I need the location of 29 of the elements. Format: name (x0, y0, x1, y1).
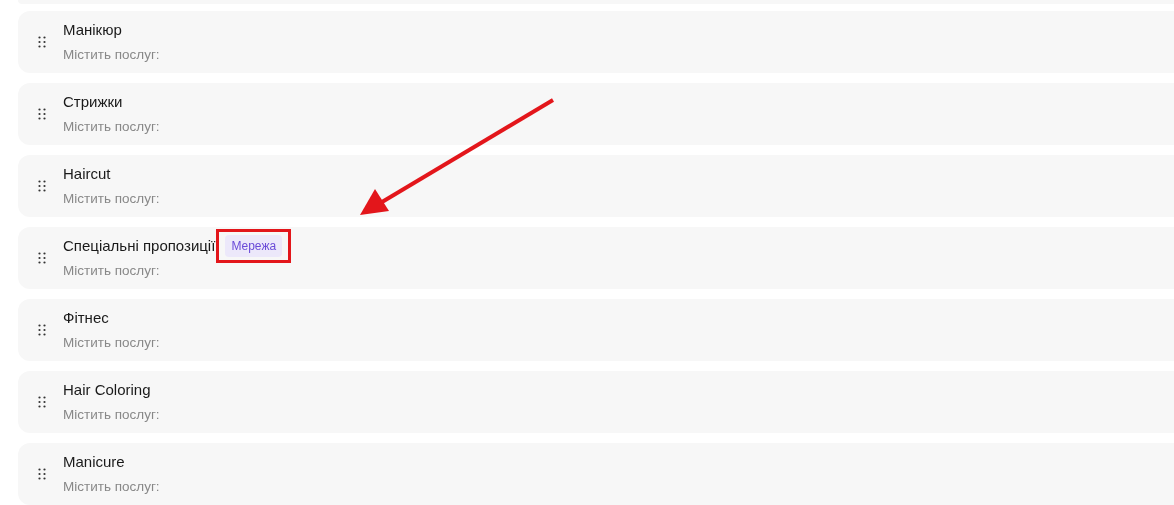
drag-handle-icon[interactable] (38, 396, 46, 408)
category-title: Hair Coloring (63, 380, 151, 401)
drag-handle-icon[interactable] (38, 324, 46, 336)
drag-handle-icon[interactable] (38, 108, 46, 120)
category-title: Фітнес (63, 308, 109, 329)
services-count-label: Містить послуг: (63, 45, 160, 64)
services-count-label: Містить послуг: (63, 477, 160, 496)
drag-handle-icon[interactable] (38, 468, 46, 480)
category-card[interactable]: Стрижки Містить послуг: (18, 83, 1174, 145)
category-card[interactable]: Фітнес Містить послуг: (18, 299, 1174, 361)
category-card[interactable]: Манікюр Містить послуг: (18, 11, 1174, 73)
category-card[interactable]: Спеціальні пропозиції Мережа Містить послуг: (18, 227, 1174, 289)
services-count-label: Містить послуг: (63, 405, 160, 424)
category-card[interactable]: Hair Coloring Містить послуг: (18, 371, 1174, 433)
drag-handle-icon[interactable] (38, 36, 46, 48)
network-badge: Мережа (225, 235, 283, 258)
drag-handle-icon[interactable] (38, 252, 46, 264)
category-title: Manicure (63, 452, 125, 473)
category-title: Манікюр (63, 20, 122, 41)
services-count-label: Містить послуг: (63, 117, 160, 136)
services-count-label: Містить послуг: (63, 261, 161, 280)
category-title: Haircut (63, 164, 111, 185)
category-title: Спеціальні пропозиції (63, 236, 216, 257)
services-count-label: Містить послуг: (63, 189, 160, 208)
category-card[interactable]: Manicure Містить послуг: (18, 443, 1174, 505)
drag-handle-icon[interactable] (38, 180, 46, 192)
category-title: Стрижки (63, 92, 123, 113)
category-card[interactable]: Haircut Містить послуг: (18, 155, 1174, 217)
services-count-label: Містить послуг: (63, 333, 160, 352)
